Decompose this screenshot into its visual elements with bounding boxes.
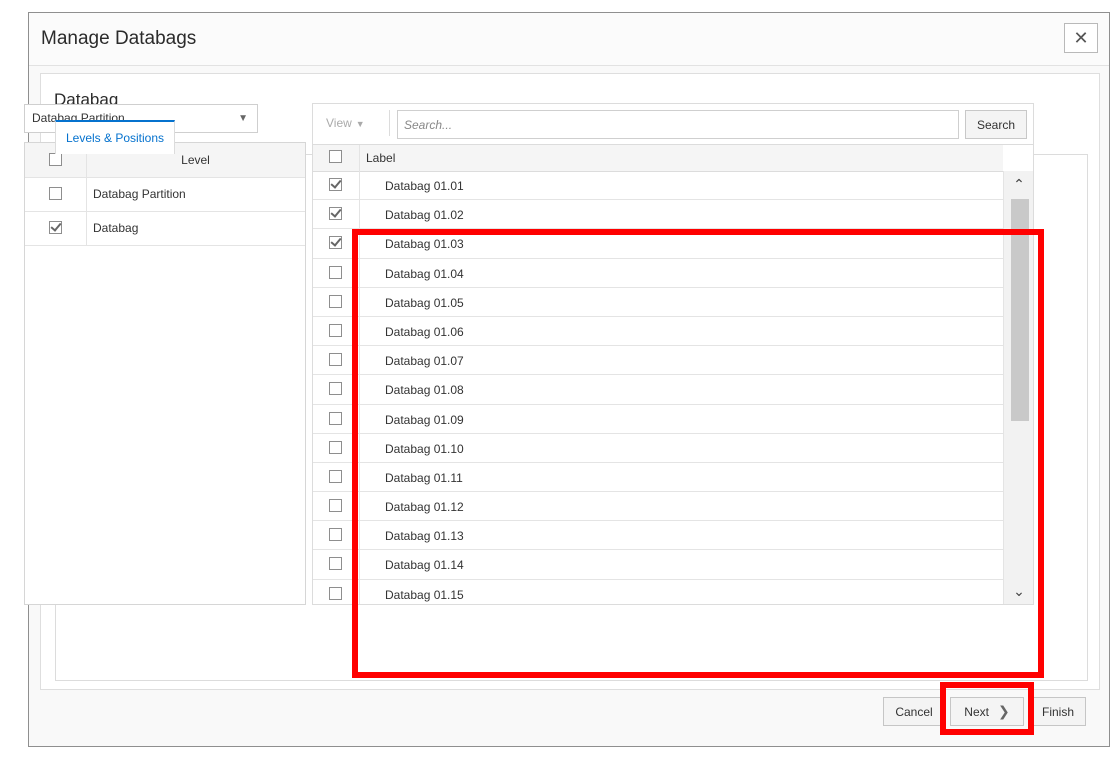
label-row-text: Databag 01.10 <box>385 441 464 456</box>
label-row-checkbox[interactable] <box>329 294 342 308</box>
label-row-text: Databag 01.02 <box>385 208 464 223</box>
label-row-text: Databag 01.08 <box>385 383 464 398</box>
level-table: Level Databag Partition Databag <box>24 142 306 605</box>
dialog-header: Manage Databags ✕ <box>29 13 1109 66</box>
label-row-checkbox[interactable] <box>329 265 342 279</box>
label-row[interactable]: Databag 01.10 <box>313 433 1003 463</box>
finish-button[interactable]: Finish <box>1030 697 1086 726</box>
label-column-header: Label <box>366 151 396 165</box>
level-row[interactable]: Databag <box>25 211 305 246</box>
label-row-checkbox[interactable] <box>329 528 342 542</box>
label-row[interactable]: Databag 01.08 <box>313 375 1003 405</box>
label-row[interactable]: Databag 01.04 <box>313 258 1003 288</box>
chevron-right-icon: ❯ <box>997 703 1010 719</box>
label-rows: Databag 01.01 Databag 01.02 Databag 01.03 D… <box>313 171 1003 604</box>
close-icon: ✕ <box>1073 27 1089 48</box>
label-row[interactable]: Databag 01.05 <box>313 287 1003 317</box>
next-button-label: Next <box>964 704 989 719</box>
label-row-text: Databag 01.04 <box>385 266 464 281</box>
label-row-checkbox[interactable] <box>329 586 342 600</box>
label-row-text: Databag 01.05 <box>385 295 464 310</box>
select-all-levels-checkbox[interactable] <box>49 153 62 166</box>
label-row[interactable]: Databag 01.12 <box>313 492 1003 522</box>
search-input[interactable] <box>397 110 959 139</box>
chevron-down-icon: ▼ <box>355 119 365 129</box>
label-row-text: Databag 01.14 <box>385 558 464 573</box>
label-table-header: Label <box>313 145 1003 172</box>
level-row[interactable]: Databag Partition <box>25 177 305 212</box>
label-row-checkbox[interactable] <box>329 382 342 396</box>
scroll-up-icon[interactable]: ⌃ <box>1004 171 1033 197</box>
label-row-text: Databag 01.15 <box>385 587 464 602</box>
label-row-text: Databag 01.12 <box>385 500 464 515</box>
level-row-checkbox[interactable] <box>49 187 62 200</box>
label-row[interactable]: Databag 01.13 <box>313 521 1003 551</box>
label-row-checkbox[interactable] <box>329 469 342 483</box>
next-button[interactable]: Next ❯ <box>950 697 1024 726</box>
tab-levels-positions[interactable]: Levels & Positions <box>55 120 175 154</box>
search-button[interactable]: Search <box>965 110 1027 139</box>
label-row[interactable]: Databag 01.01 <box>313 171 1003 201</box>
label-row-checkbox[interactable] <box>329 236 342 250</box>
dialog-title: Manage Databags <box>41 28 197 49</box>
label-row-text: Databag 01.03 <box>385 237 464 252</box>
scroll-thumb[interactable] <box>1011 199 1029 421</box>
level-row-label: Databag Partition <box>93 187 186 201</box>
label-row[interactable]: Databag 01.09 <box>313 404 1003 434</box>
label-row[interactable]: Databag 01.15 <box>313 579 1003 604</box>
scroll-down-icon[interactable]: ⌄ <box>1004 578 1033 604</box>
label-row[interactable]: Databag 01.03 <box>313 229 1003 259</box>
label-row-text: Databag 01.07 <box>385 354 464 369</box>
cancel-button[interactable]: Cancel <box>883 697 945 726</box>
label-row-text: Databag 01.09 <box>385 412 464 427</box>
view-menu-label: View <box>326 116 352 130</box>
level-row-checkbox[interactable] <box>49 221 62 234</box>
label-row-checkbox[interactable] <box>329 207 342 221</box>
label-row-checkbox[interactable] <box>329 178 342 191</box>
label-row-checkbox[interactable] <box>329 499 342 513</box>
label-toolbar: View ▼ Search <box>312 103 1034 145</box>
label-row[interactable]: Databag 01.02 <box>313 200 1003 230</box>
label-row[interactable]: Databag 01.14 <box>313 550 1003 580</box>
label-row-text: Databag 01.13 <box>385 529 464 544</box>
label-row[interactable]: Databag 01.11 <box>313 462 1003 493</box>
close-button[interactable]: ✕ <box>1064 23 1098 53</box>
label-row-text: Databag 01.01 <box>385 179 464 193</box>
label-table: Label Databag 01.01 Databag 01.02 Databag … <box>312 145 1034 605</box>
select-all-labels-checkbox[interactable] <box>329 150 342 163</box>
label-row[interactable]: Databag 01.06 <box>313 316 1003 347</box>
label-row-checkbox[interactable] <box>329 323 342 337</box>
label-row-checkbox[interactable] <box>329 440 342 454</box>
label-row-text: Databag 01.11 <box>385 470 463 485</box>
label-row-checkbox[interactable] <box>329 353 342 367</box>
label-row-checkbox[interactable] <box>329 411 342 425</box>
chevron-down-icon: ▼ <box>238 113 248 124</box>
view-menu[interactable]: View ▼ <box>326 116 365 130</box>
label-row-checkbox[interactable] <box>329 557 342 571</box>
toolbar-divider <box>389 110 390 136</box>
vertical-scrollbar[interactable]: ⌃ ⌄ <box>1003 171 1033 604</box>
level-row-label: Databag <box>93 221 139 235</box>
label-row-text: Databag 01.06 <box>385 324 464 339</box>
label-row[interactable]: Databag 01.07 <box>313 346 1003 376</box>
level-column-header: Level <box>181 153 210 167</box>
